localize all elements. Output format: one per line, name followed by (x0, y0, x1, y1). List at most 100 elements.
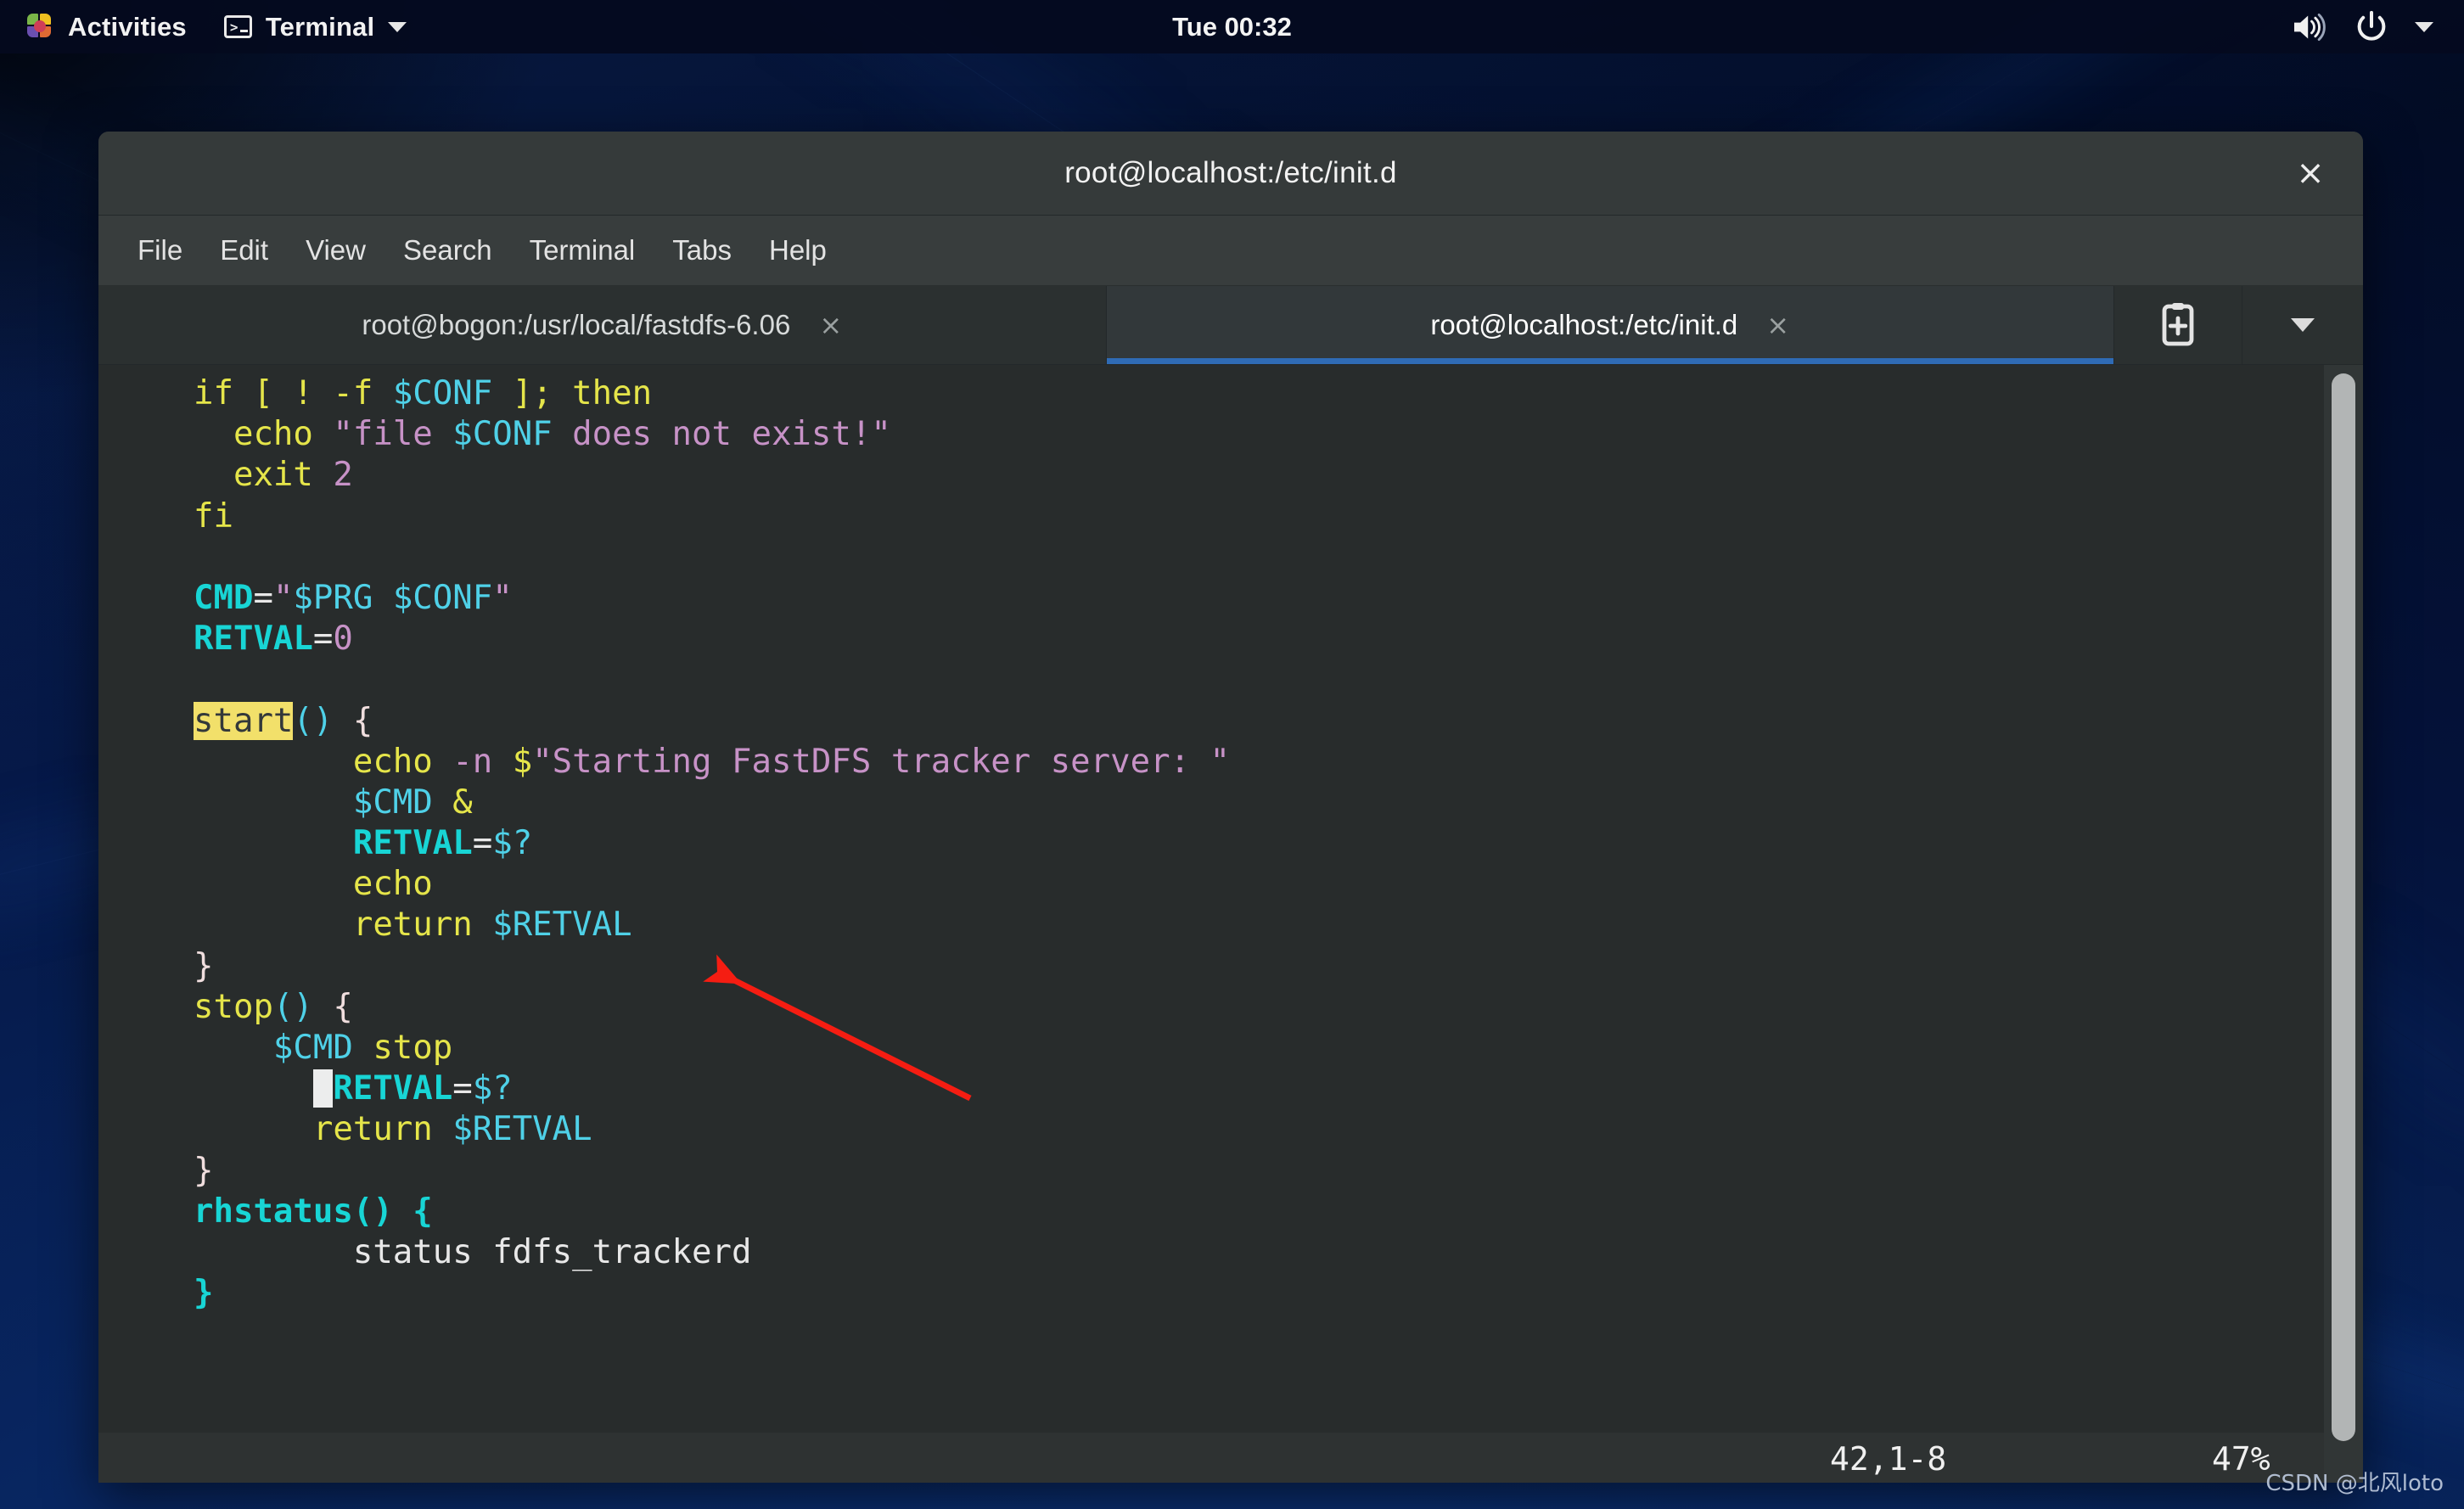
tab-fastdfs[interactable]: root@bogon:/usr/local/fastdfs-6.06 × (98, 286, 1107, 364)
terminal-window: root@localhost:/etc/init.d × File Edit V… (98, 132, 2363, 1483)
menu-item-tabs[interactable]: Tabs (654, 227, 750, 273)
terminal-span: 0 (333, 620, 353, 659)
terminal-span: { (333, 987, 353, 1026)
terminal-span (194, 1029, 273, 1067)
terminal-line: RETVAL=0 (98, 619, 2324, 659)
terminal-span: { (352, 701, 373, 740)
terminal-app-icon (223, 15, 252, 38)
terminal-span: ]; (492, 374, 573, 412)
terminal-line: RETVAL=$? (98, 1069, 2324, 1109)
terminal-span: $ (512, 742, 533, 781)
terminal-line: return $RETVAL (98, 905, 2324, 945)
terminal-span: 2 (333, 456, 353, 495)
terminal-span: () (352, 1192, 413, 1231)
app-menu-button[interactable]: Terminal (205, 0, 426, 53)
terminal-line: } (98, 1273, 2324, 1314)
vim-status-line: 42,1-8 47% (98, 1433, 2324, 1483)
terminal-span: = (452, 1069, 473, 1108)
menu-item-file[interactable]: File (119, 227, 201, 273)
terminal-span (333, 702, 352, 740)
terminal-line: stop() { (98, 987, 2324, 1028)
terminal-span (194, 1233, 353, 1271)
terminal-line: $CMD stop (98, 1028, 2324, 1069)
terminal-span: } (194, 1151, 214, 1190)
terminal-span: " (492, 578, 513, 617)
window-titlebar: root@localhost:/etc/init.d × (98, 132, 2363, 216)
terminal-span: = (253, 578, 273, 617)
power-icon[interactable] (2354, 9, 2389, 45)
terminal-span: echo (352, 742, 453, 781)
menu-item-search[interactable]: Search (384, 227, 511, 273)
terminal-span (433, 783, 452, 822)
terminal-span: { (413, 1192, 433, 1231)
terminal-span (194, 456, 233, 494)
terminal-span: fi (194, 496, 233, 536)
menu-item-view[interactable]: View (287, 227, 384, 273)
terminal-span: "Starting FastDFS tracker server: " (532, 742, 1230, 781)
activities-button[interactable]: Activities (0, 0, 205, 53)
terminal-span: rhstatus (194, 1192, 353, 1231)
menu-item-edit[interactable]: Edit (201, 227, 287, 273)
window-title: root@localhost:/etc/init.d (1064, 156, 1397, 189)
terminal-span: stop (373, 1029, 453, 1067)
tab-list-chevron-down-icon[interactable] (2242, 286, 2363, 364)
terminal-line: $CMD & (98, 783, 2324, 823)
terminal-span: $? (472, 1069, 513, 1108)
terminal-body[interactable]: if [ ! -f $CONF ]; then echo "file $CONF… (98, 365, 2363, 1483)
terminal-span: $CMD (272, 1029, 353, 1067)
tab-label: root@bogon:/usr/local/fastdfs-6.06 (362, 309, 791, 340)
gnome-top-bar: Activities Terminal Tue 00:32 (0, 0, 2464, 53)
close-icon[interactable]: × (819, 311, 842, 339)
scrollbar-thumb[interactable] (2332, 373, 2355, 1441)
terminal-span: stop (194, 987, 273, 1026)
terminal-span: start (194, 701, 294, 740)
close-icon[interactable]: × (1766, 311, 1789, 339)
menu-item-help[interactable]: Help (750, 227, 845, 273)
terminal-span: status fdfs_trackerd (352, 1232, 752, 1271)
close-icon[interactable]: × (2288, 151, 2332, 195)
terminal-span (194, 824, 353, 862)
terminal-text: if [ ! -f $CONF ]; then echo "file $CONF… (98, 365, 2324, 1483)
terminal-span (353, 1029, 373, 1067)
terminal-line: if [ ! -f $CONF ]; then (98, 373, 2324, 414)
terminal-span: () (293, 701, 334, 740)
terminal-line: CMD="$PRG $CONF" (98, 578, 2324, 619)
volume-icon[interactable] (2291, 12, 2328, 42)
tab-initd[interactable]: root@localhost:/etc/init.d × (1106, 286, 2114, 364)
terminal-span (194, 415, 233, 453)
scroll-percent: 47% (2212, 1440, 2270, 1478)
terminal-span: & (452, 783, 473, 822)
terminal-line: start() { (98, 701, 2324, 742)
terminal-span: exit (233, 456, 334, 495)
terminal-span: = (472, 824, 493, 863)
terminal-span (373, 579, 392, 617)
terminal-span (194, 1110, 313, 1148)
terminal-span: echo (352, 865, 433, 904)
menu-bar: File Edit View Search Terminal Tabs Help (98, 216, 2363, 286)
terminal-line: echo (98, 864, 2324, 905)
terminal-span (194, 906, 353, 944)
terminal-span: $CMD (352, 783, 433, 822)
terminal-scrollbar[interactable] (2324, 365, 2363, 1483)
menu-item-terminal[interactable]: Terminal (511, 227, 654, 273)
system-menu-chevron-down-icon[interactable] (2415, 21, 2433, 32)
new-tab-icon[interactable] (2114, 286, 2242, 364)
terminal-span: = (312, 620, 334, 659)
terminal-span: RETVAL (352, 824, 473, 863)
terminal-span: does not exist!" (552, 415, 891, 454)
terminal-line: RETVAL=$? (98, 823, 2324, 864)
terminal-span: () (272, 987, 334, 1026)
terminal-span: "file (333, 415, 453, 454)
terminal-span (194, 783, 353, 822)
terminal-span: $PRG (293, 578, 373, 617)
terminal-line: return $RETVAL (98, 1109, 2324, 1150)
activities-label: Activities (68, 11, 187, 42)
terminal-span (194, 743, 353, 781)
terminal-line: rhstatus() { (98, 1192, 2324, 1232)
terminal-span: -n (452, 742, 513, 781)
terminal-line: echo "file $CONF does not exist!" (98, 414, 2324, 455)
tab-label: root@localhost:/etc/init.d (1430, 309, 1738, 340)
terminal-span: $RETVAL (492, 906, 632, 945)
